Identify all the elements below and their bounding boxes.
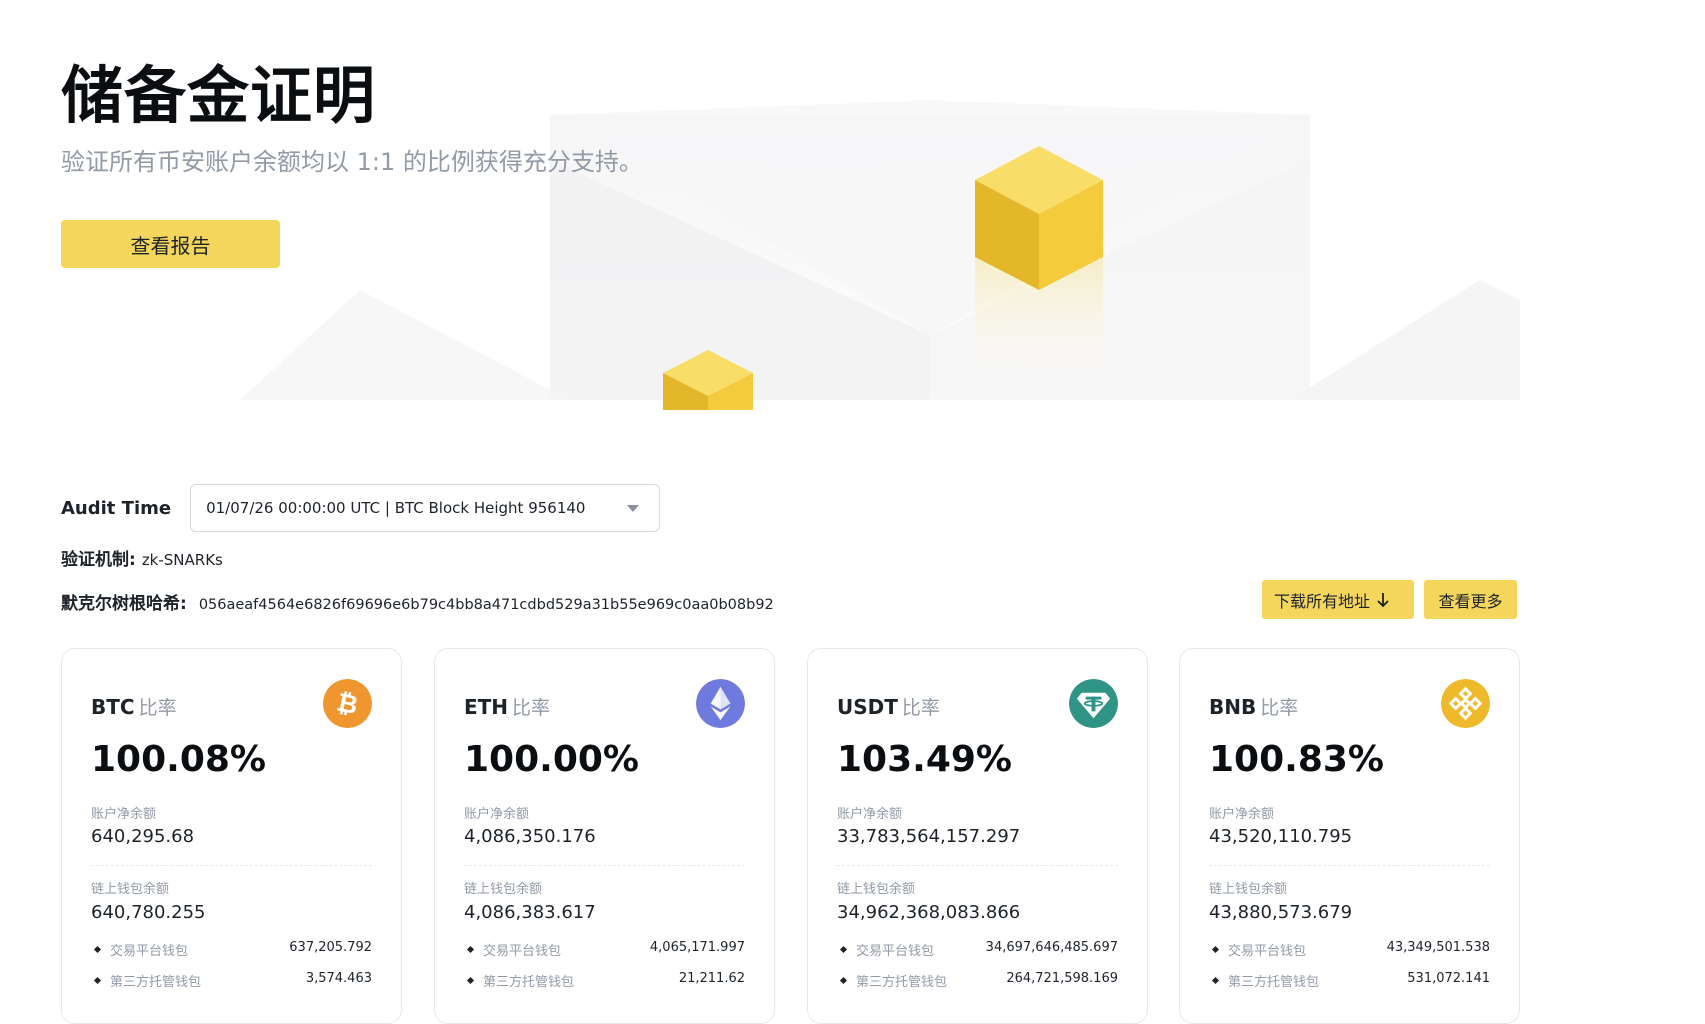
- reserve-ratio: 100.00%: [464, 739, 639, 780]
- verification-mechanism: 验证机制: zk-SNARKs: [61, 545, 223, 570]
- reserve-card-usdt: USDT 比率 103.49% 账户净余额 33,783,564,157.297 …: [807, 648, 1148, 1024]
- reserve-card-bnb: BNB 比率 100.83% 账户净余额 43,520,110.795 链上钱包余…: [1179, 648, 1520, 1024]
- exchange-wallet-label: 交易平台钱包: [856, 944, 935, 959]
- net-balance-value: 640,295.68: [91, 826, 195, 847]
- net-balance-value: 33,783,564,157.297: [837, 826, 1021, 847]
- mechanism-label: 验证机制:: [61, 550, 136, 570]
- net-balance-label: 账户净余额: [91, 807, 157, 822]
- divider: [837, 865, 1118, 866]
- coin-title: USDT 比率: [837, 693, 940, 720]
- onchain-balance-value: 4,086,383.617: [464, 902, 596, 923]
- exchange-wallet-label: 交易平台钱包: [110, 944, 189, 959]
- divider: [1209, 865, 1490, 866]
- bullet-icon: [839, 976, 848, 985]
- bullet-icon: [93, 976, 102, 985]
- ethereum-icon: [696, 679, 745, 728]
- custody-wallet-value: 3,574.463: [305, 971, 372, 986]
- rate-label: 比率: [512, 697, 551, 719]
- reserve-ratio: 100.83%: [1209, 739, 1384, 780]
- download-addresses-label: 下载所有地址: [1274, 591, 1371, 611]
- coin-name: ETH: [464, 695, 509, 719]
- custody-wallet-value: 531,072.141: [1407, 971, 1490, 986]
- bnb-icon: [1441, 679, 1490, 728]
- rate-label: 比率: [1260, 697, 1299, 719]
- coin-name: USDT: [837, 695, 898, 719]
- net-balance-value: 4,086,350.176: [464, 826, 596, 847]
- arrow-down-icon: [1377, 592, 1389, 607]
- exchange-wallet-value: 4,065,171.997: [649, 940, 745, 955]
- custody-wallet-value: 264,721,598.169: [1006, 971, 1118, 986]
- view-more-button[interactable]: 查看更多: [1424, 580, 1517, 619]
- reserve-ratio: 100.08%: [91, 739, 266, 780]
- custody-wallet-row: 第三方托管钱包 21,211.62: [464, 971, 745, 990]
- page-title: 储备金证明: [61, 59, 377, 132]
- audit-time-value: 01/07/26 00:00:00 UTC | BTC Block Height…: [206, 499, 586, 517]
- onchain-balance-value: 43,880,573.679: [1209, 902, 1353, 923]
- exchange-wallet-row: 交易平台钱包 4,065,171.997: [464, 940, 745, 959]
- reserve-ratio: 103.49%: [837, 739, 1012, 780]
- audit-time-label: Audit Time: [61, 497, 172, 519]
- caret-down-icon: [627, 504, 640, 512]
- net-balance-label: 账户净余额: [1209, 807, 1275, 822]
- exchange-wallet-row: 交易平台钱包 34,697,646,485.697: [837, 940, 1118, 959]
- custody-wallet-label: 第三方托管钱包: [856, 975, 948, 990]
- bullet-icon: [1211, 945, 1220, 954]
- custody-wallet-label: 第三方托管钱包: [1228, 975, 1320, 990]
- reserve-card-eth: ETH 比率 100.00% 账户净余额 4,086,350.176 链上钱包余额…: [434, 648, 775, 1024]
- onchain-balance-label: 链上钱包余额: [91, 882, 170, 897]
- net-balance-label: 账户净余额: [464, 807, 530, 822]
- net-balance-label: 账户净余额: [837, 807, 903, 822]
- coin-title: BTC 比率: [91, 693, 177, 720]
- exchange-wallet-value: 34,697,646,485.697: [985, 940, 1118, 955]
- onchain-balance-value: 34,962,368,083.866: [837, 902, 1021, 923]
- page-subtitle: 验证所有币安账户余额均以 1:1 的比例获得充分支持。: [61, 148, 643, 176]
- onchain-balance-label: 链上钱包余额: [1209, 882, 1288, 897]
- exchange-wallet-label: 交易平台钱包: [1228, 944, 1307, 959]
- tether-icon: [1069, 679, 1118, 728]
- exchange-wallet-row: 交易平台钱包 43,349,501.538: [1209, 940, 1490, 959]
- onchain-balance-label: 链上钱包余额: [837, 882, 916, 897]
- custody-wallet-label: 第三方托管钱包: [483, 975, 575, 990]
- bullet-icon: [839, 945, 848, 954]
- bullet-icon: [93, 945, 102, 954]
- exchange-wallet-value: 43,349,501.538: [1386, 940, 1490, 955]
- exchange-wallet-label: 交易平台钱包: [483, 944, 562, 959]
- coin-name: BNB: [1209, 695, 1257, 719]
- merkle-root: 默克尔树根哈希: 056aeaf4564e6826f69696e6b79c4bb…: [61, 589, 774, 614]
- rate-label: 比率: [901, 697, 940, 719]
- coin-title: BNB 比率: [1209, 693, 1298, 720]
- reserve-card-btc: BTC 比率 ₿ 100.08% 账户净余额 640,295.68 链上钱包余额 …: [61, 648, 402, 1024]
- custody-wallet-row: 第三方托管钱包 264,721,598.169: [837, 971, 1118, 990]
- merkle-root-label: 默克尔树根哈希:: [61, 594, 187, 614]
- audit-time-select[interactable]: 01/07/26 00:00:00 UTC | BTC Block Height…: [190, 484, 661, 532]
- onchain-balance-value: 640,780.255: [91, 902, 206, 923]
- custody-wallet-row: 第三方托管钱包 531,072.141: [1209, 971, 1490, 990]
- merkle-root-hash: 056aeaf4564e6826f69696e6b79c4bb8a471cdbd…: [198, 597, 774, 613]
- download-addresses-button[interactable]: 下载所有地址: [1262, 580, 1414, 619]
- rate-label: 比率: [138, 697, 177, 719]
- onchain-balance-label: 链上钱包余额: [464, 882, 543, 897]
- coin-title: ETH 比率: [464, 693, 550, 720]
- bitcoin-icon: ₿: [323, 679, 372, 728]
- bullet-icon: [1211, 976, 1220, 985]
- custody-wallet-row: 第三方托管钱包 3,574.463: [91, 971, 372, 990]
- exchange-wallet-row: 交易平台钱包 637,205.792: [91, 940, 372, 959]
- divider: [91, 865, 372, 866]
- divider: [464, 865, 745, 866]
- bullet-icon: [466, 976, 475, 985]
- view-report-button[interactable]: 查看报告: [61, 220, 280, 268]
- custody-wallet-value: 21,211.62: [678, 971, 745, 986]
- audit-time-row: Audit Time 01/07/26 00:00:00 UTC | BTC B…: [61, 482, 661, 534]
- custody-wallet-label: 第三方托管钱包: [110, 975, 202, 990]
- bullet-icon: [466, 945, 475, 954]
- mechanism-value: zk-SNARKs: [141, 551, 223, 569]
- coin-name: BTC: [91, 695, 135, 719]
- exchange-wallet-value: 637,205.792: [289, 940, 372, 955]
- net-balance-value: 43,520,110.795: [1209, 826, 1353, 847]
